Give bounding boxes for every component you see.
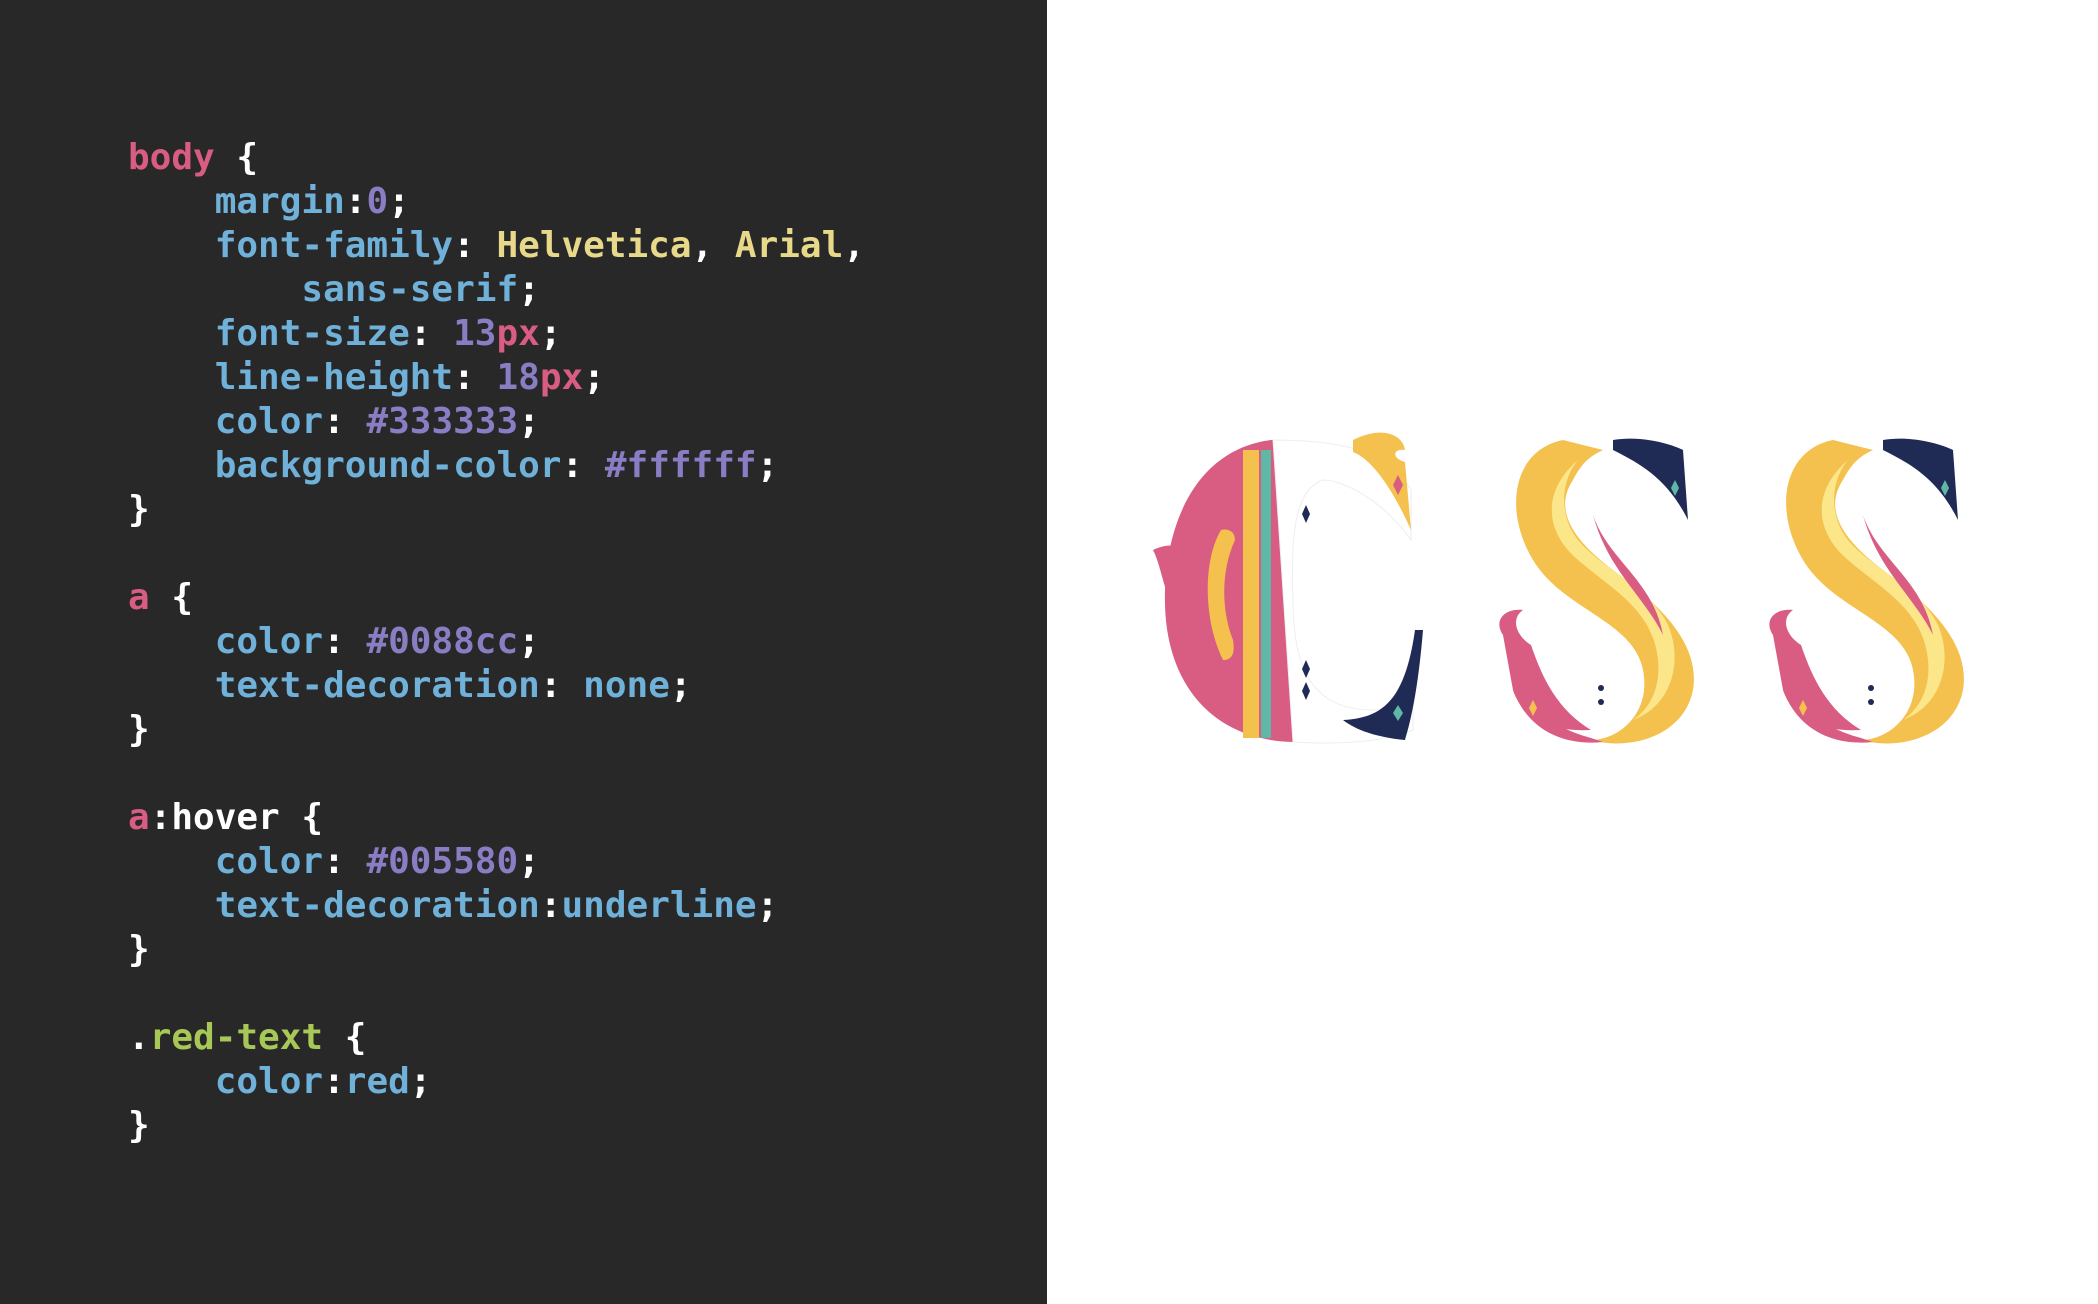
code-token: px (539, 357, 584, 398)
code-line: margin:0; (128, 180, 865, 224)
code-line: color: #005580; (128, 840, 865, 884)
code-token: : (561, 445, 605, 486)
code-token: { (214, 137, 259, 178)
code-token: } (128, 489, 150, 530)
code-token: background-color (128, 445, 562, 486)
code-token: { (149, 577, 194, 618)
code-token: color (128, 1061, 324, 1102)
code-token: } (128, 1105, 150, 1146)
code-token: . (128, 1017, 150, 1058)
code-token: color (128, 401, 324, 442)
code-line: } (128, 928, 865, 972)
code-line: color:red; (128, 1060, 865, 1104)
code-line: a { (128, 576, 865, 620)
slide: body { margin:0; font-family: Helvetica,… (0, 0, 2098, 1304)
code-token: : (323, 841, 367, 882)
code-line: text-decoration: none; (128, 664, 865, 708)
code-token: : (409, 313, 454, 354)
code-token: ; (518, 401, 540, 442)
letter-c (1153, 432, 1423, 744)
illustration-panel (1047, 0, 2098, 1304)
code-line: color: #333333; (128, 400, 865, 444)
code-token: ; (539, 313, 562, 354)
code-token: : (323, 621, 367, 662)
code-line: background-color: #ffffff; (128, 444, 865, 488)
css-decorative-logo (1153, 432, 1964, 744)
code-token: ; (388, 181, 410, 222)
letter-s-1 (1499, 438, 1694, 744)
code-token: ; (409, 1061, 432, 1102)
code-token: #005580 (366, 841, 519, 882)
code-token: : (344, 181, 367, 222)
code-line: ​ (128, 532, 865, 576)
code-panel: body { margin:0; font-family: Helvetica,… (0, 0, 1047, 1304)
code-token: ; (669, 665, 692, 706)
code-token: sans-serif (128, 269, 519, 310)
code-token: ; (756, 445, 779, 486)
code-token: text-decoration (128, 885, 540, 926)
code-token: #333333 (366, 401, 519, 442)
code-token: none (583, 665, 670, 706)
code-token: Arial (734, 225, 844, 266)
code-token: color (128, 841, 324, 882)
code-token: ; (518, 269, 540, 310)
code-token: Helvetica (496, 225, 692, 266)
code-token: text-decoration (128, 665, 540, 706)
code-token: underline (561, 885, 757, 926)
code-token: a (128, 797, 150, 838)
code-token: ; (518, 841, 540, 882)
code-token: , (691, 225, 735, 266)
code-token: : (323, 401, 367, 442)
code-token: font-size (128, 313, 410, 354)
code-token: px (496, 313, 540, 354)
code-line: sans-serif; (128, 268, 865, 312)
code-token: #ffffff (604, 445, 757, 486)
code-token: red (344, 1061, 410, 1102)
code-line: body { (128, 136, 865, 180)
code-token: color (128, 621, 324, 662)
code-token: 0 (366, 181, 389, 222)
code-token: red-text (149, 1017, 324, 1058)
code-token: { (323, 1017, 367, 1058)
letter-s-2 (1769, 438, 1964, 744)
code-line: } (128, 708, 865, 752)
code-token: margin (128, 181, 345, 222)
code-token: #0088cc (366, 621, 519, 662)
code-line: color: #0088cc; (128, 620, 865, 664)
css-code-block: body { margin:0; font-family: Helvetica,… (128, 136, 865, 1148)
code-line: } (128, 1104, 865, 1148)
code-line: ​ (128, 972, 865, 1016)
code-token: 18 (496, 357, 540, 398)
code-token: : (539, 885, 562, 926)
code-line: text-decoration:underline; (128, 884, 865, 928)
code-line: font-family: Helvetica, Arial, (128, 224, 865, 268)
code-line: ​ (128, 752, 865, 796)
code-token: 13 (453, 313, 497, 354)
code-token: : (453, 357, 497, 398)
code-line: line-height: 18px; (128, 356, 865, 400)
code-token: ; (756, 885, 779, 926)
code-token: : (539, 665, 584, 706)
code-token: } (128, 709, 150, 750)
code-token: : (453, 225, 497, 266)
code-token: ; (583, 357, 605, 398)
code-token: line-height (128, 357, 454, 398)
code-line: font-size: 13px; (128, 312, 865, 356)
code-token: :hover { (149, 797, 324, 838)
code-token: , (843, 225, 865, 266)
code-token: body (128, 137, 215, 178)
code-token: } (128, 929, 150, 970)
code-token: ; (518, 621, 540, 662)
code-token: font-family (128, 225, 454, 266)
code-token: : (323, 1061, 345, 1102)
code-token: a (128, 577, 150, 618)
code-line: } (128, 488, 865, 532)
code-line: .red-text { (128, 1016, 865, 1060)
code-line: a:hover { (128, 796, 865, 840)
